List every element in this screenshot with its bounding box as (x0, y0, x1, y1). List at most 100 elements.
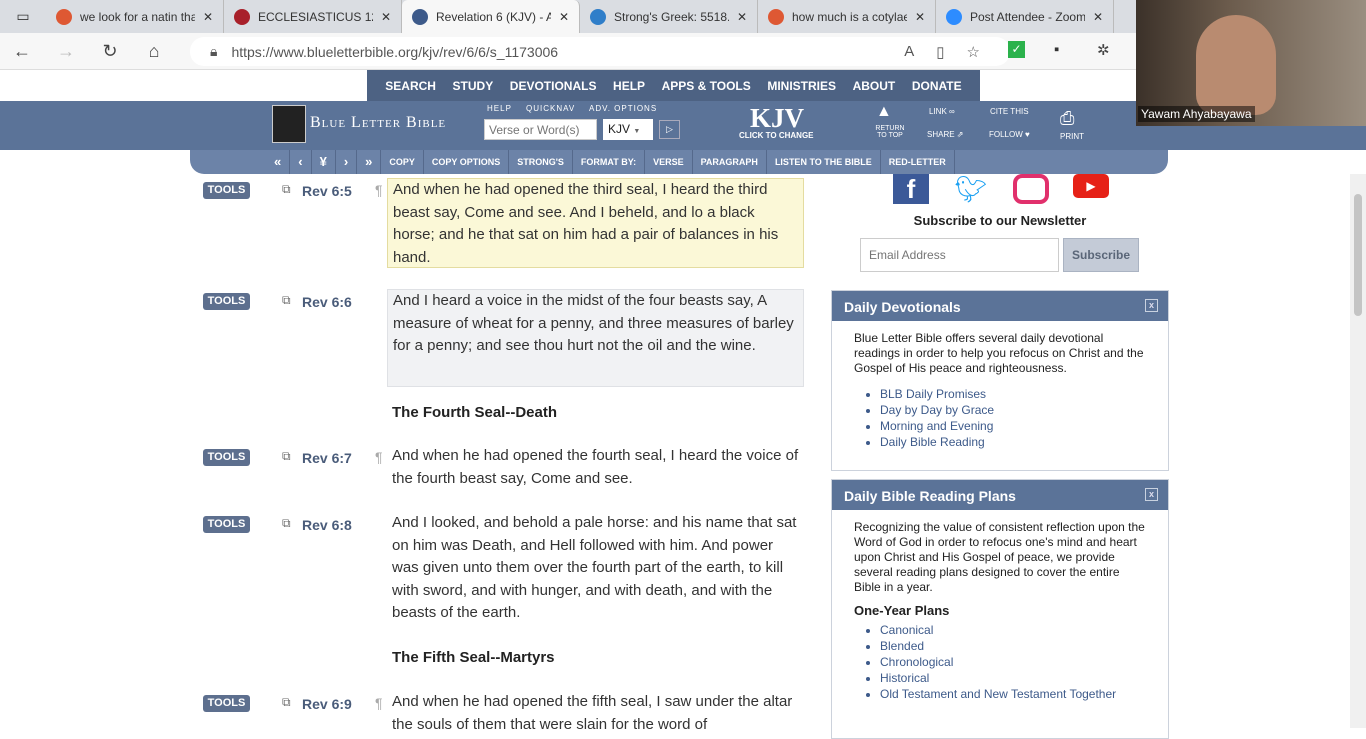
close-icon[interactable]: x (1145, 488, 1158, 501)
red-letter-toggle[interactable]: RED-LETTER (881, 150, 955, 174)
close-icon[interactable]: x (1145, 299, 1158, 312)
logo-text[interactable]: Blue Letter Bible (310, 114, 446, 132)
copy-verse-icon[interactable]: ⧉ (282, 695, 291, 710)
verse-reference[interactable]: Rev 6:9 (302, 696, 352, 712)
listen-button[interactable]: LISTEN TO THE BIBLE (767, 150, 881, 174)
facebook-icon[interactable]: f (893, 174, 929, 204)
adv-options-link[interactable]: ADV. OPTIONS (589, 104, 657, 113)
tools-button[interactable]: TOOLS (203, 449, 250, 466)
browser-tab[interactable]: ECCLESIASTICUS 12:10 ✕ (224, 0, 402, 33)
tools-button[interactable]: TOOLS (203, 182, 250, 199)
next-chapter-button[interactable]: › (336, 150, 358, 174)
nav-item[interactable]: DONATE (912, 79, 962, 93)
extensions-puzzle-icon[interactable]: ✲ (1097, 41, 1110, 59)
scrollbar[interactable] (1350, 174, 1366, 728)
last-chapter-button[interactable]: » (357, 150, 382, 174)
browser-tab[interactable]: Revelation 6 (KJV) - Al ✕ (402, 0, 580, 33)
browser-tab[interactable]: how much is a cotylae ✕ (758, 0, 936, 33)
nav-item[interactable]: STUDY (453, 79, 494, 93)
devotional-link[interactable]: Day by Day by Grace (880, 402, 1168, 418)
cite-button[interactable]: CITE THIS (990, 107, 1029, 116)
search-input[interactable] (484, 119, 597, 140)
extension-icon[interactable]: ▪ (1054, 41, 1059, 58)
tab-close-icon[interactable]: ✕ (203, 10, 213, 24)
share-button[interactable]: SHARE ⇗ (927, 130, 964, 139)
nav-item[interactable]: DEVOTIONALS (510, 79, 597, 93)
strongs-toggle[interactable]: STRONG'S (509, 150, 573, 174)
verse-reference[interactable]: Rev 6:8 (302, 517, 352, 533)
copy-verse-icon[interactable]: ⧉ (282, 449, 291, 464)
tools-button[interactable]: TOOLS (203, 293, 250, 310)
quicknav-link[interactable]: QUICKNAV (526, 104, 575, 113)
copy-verse-icon[interactable]: ⧉ (282, 516, 291, 531)
verse-reference[interactable]: Rev 6:6 (302, 294, 352, 310)
back-icon[interactable]: ← (0, 41, 44, 62)
browser-tab[interactable]: we look for a natin tha ✕ (46, 0, 224, 33)
nav-item[interactable]: ABOUT (853, 79, 896, 93)
tab-close-icon[interactable]: ✕ (381, 10, 391, 24)
copy-verse-icon[interactable]: ⧉ (282, 293, 291, 308)
kjv-title[interactable]: KJV (750, 103, 804, 134)
tab-title: Revelation 6 (KJV) - Al (436, 9, 551, 24)
link-button[interactable]: LINK ∞ (929, 107, 955, 116)
tab-title: Post Attendee - Zoom (970, 9, 1085, 24)
tab-close-icon[interactable]: ✕ (737, 10, 747, 24)
tab-close-icon[interactable]: ✕ (915, 10, 925, 24)
search-go-button[interactable]: ▷ (659, 120, 680, 139)
nav-item[interactable]: HELP (613, 79, 645, 93)
verse-format-button[interactable]: VERSE (645, 150, 693, 174)
extension-check-icon[interactable]: ✓ (1008, 41, 1025, 58)
return-to-top[interactable]: RETURN TO TOP (874, 125, 906, 139)
email-field[interactable] (860, 238, 1059, 272)
forward-icon[interactable]: → (44, 41, 88, 62)
print-button[interactable]: PRINT (1060, 132, 1084, 141)
tools-button[interactable]: TOOLS (203, 695, 250, 712)
devotional-link[interactable]: BLB Daily Promises (880, 386, 1168, 402)
reading-plan-link[interactable]: Canonical (880, 622, 1168, 638)
devotional-link[interactable]: Daily Bible Reading (880, 434, 1168, 450)
prev-chapter-button[interactable]: ‹ (290, 150, 312, 174)
first-chapter-button[interactable]: « (266, 150, 291, 174)
url-input[interactable]: 🔒︎ https://www.blueletterbible.org/kjv/r… (190, 37, 1010, 66)
refresh-icon[interactable]: ↻ (88, 41, 132, 62)
instagram-icon[interactable] (1013, 174, 1049, 204)
tab-close-icon[interactable]: ✕ (1093, 10, 1103, 24)
social-icons: f 🐦︎ ▶ (893, 174, 1109, 204)
copy-options-button[interactable]: COPY OPTIONS (424, 150, 510, 174)
tools-button[interactable]: TOOLS (203, 516, 250, 533)
paragraph-format-button[interactable]: PARAGRAPH (693, 150, 767, 174)
tab-close-icon[interactable]: ✕ (559, 10, 569, 24)
reading-plan-link[interactable]: Old Testament and New Testament Together (880, 686, 1168, 702)
return-top-icon[interactable]: ▲ (876, 103, 892, 121)
nav-item[interactable]: SEARCH (385, 79, 436, 93)
verse-reference[interactable]: Rev 6:7 (302, 450, 352, 466)
youtube-icon[interactable]: ▶ (1073, 174, 1109, 198)
reading-plan-link[interactable]: Blended (880, 638, 1168, 654)
reading-plan-link[interactable]: Chronological (880, 654, 1168, 670)
read-aloud-icon[interactable]: A (904, 43, 914, 61)
nav-item[interactable]: APPS & TOOLS (662, 79, 751, 93)
help-link[interactable]: HELP (487, 104, 512, 113)
version-select[interactable]: KJV ▼ (603, 119, 653, 140)
subscribe-button[interactable]: Subscribe (1063, 238, 1139, 272)
follow-button[interactable]: FOLLOW ♥ (989, 130, 1030, 139)
scrollbar-thumb[interactable] (1354, 194, 1362, 316)
favorite-icon[interactable]: ☆ (967, 43, 980, 61)
reading-plan-link[interactable]: Historical (880, 670, 1168, 686)
section-heading: The Fifth Seal--Martyrs (392, 649, 555, 666)
home-icon[interactable]: ⌂ (132, 41, 176, 62)
verse-reference[interactable]: Rev 6:5 (302, 183, 352, 199)
devotional-link[interactable]: Morning and Evening (880, 418, 1168, 434)
print-icon[interactable]: ⎙ (1060, 108, 1074, 129)
browser-tab[interactable]: Strong's Greek: 5518. ✕ (580, 0, 758, 33)
copy-button[interactable]: COPY (381, 150, 424, 174)
devotionals-text: Blue Letter Bible offers several daily d… (854, 331, 1144, 375)
tab-actions-icon[interactable]: ▭ (0, 8, 46, 25)
reader-icon[interactable]: ▯ (936, 43, 944, 61)
chapter-menu-button[interactable]: ¥ (312, 150, 336, 174)
nav-item[interactable]: MINISTRIES (767, 79, 836, 93)
click-to-change[interactable]: CLICK TO CHANGE (739, 131, 814, 140)
copy-verse-icon[interactable]: ⧉ (282, 182, 291, 197)
browser-tab[interactable]: Post Attendee - Zoom ✕ (936, 0, 1114, 33)
twitter-icon[interactable]: 🐦︎ (953, 174, 989, 204)
